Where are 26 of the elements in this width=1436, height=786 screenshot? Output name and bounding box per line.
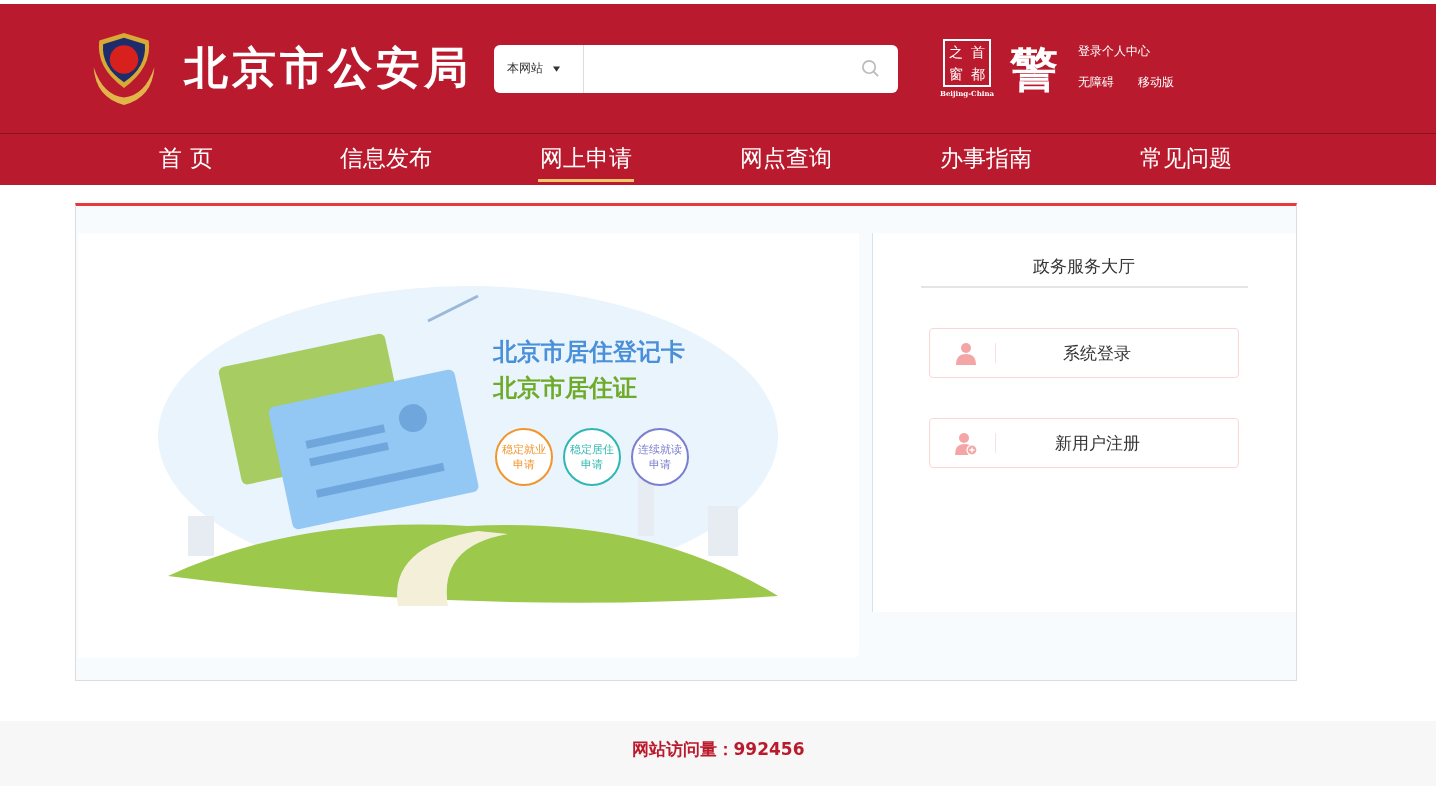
- logo-character: 首: [970, 43, 987, 62]
- header-link[interactable]: 无障碍: [1078, 73, 1115, 91]
- nav-tab[interactable]: 信息发布: [286, 134, 486, 182]
- site-title: 北京市公安局: [184, 41, 472, 95]
- nav-tab[interactable]: 常见问题: [1086, 134, 1286, 182]
- service-hall-title: 政务服务大厅: [920, 255, 1248, 288]
- banner-subtitle: 北京市居住证: [493, 372, 639, 404]
- search-field[interactable]: 本网站: [494, 44, 898, 93]
- nav-tab[interactable]: 网点查询: [686, 134, 886, 182]
- visit-counter: 网站访问量：992456: [631, 738, 805, 760]
- logo-character: 窗: [948, 65, 965, 84]
- add-user-icon: [954, 431, 979, 455]
- logo-character: 都: [970, 65, 987, 84]
- scope-dropdown[interactable]: 本网站: [494, 44, 584, 93]
- banner-title: 北京市居住登记卡: [493, 336, 687, 368]
- user-icon: [954, 341, 979, 365]
- header-link[interactable]: 移动版: [1138, 73, 1175, 91]
- personal-center-link[interactable]: 登录个人中心: [1078, 42, 1175, 60]
- nav-tab[interactable]: 办事指南: [886, 134, 1086, 182]
- action-button[interactable]: 系统登录: [929, 328, 1240, 378]
- nav-tab[interactable]: 首 页: [86, 134, 286, 182]
- police-logo[interactable]: 警: [1010, 44, 1059, 93]
- search-icon[interactable]: [861, 59, 880, 78]
- logo-character: 之: [948, 43, 965, 62]
- caret-icon: [553, 65, 560, 72]
- action-button[interactable]: 新用户注册: [929, 418, 1240, 468]
